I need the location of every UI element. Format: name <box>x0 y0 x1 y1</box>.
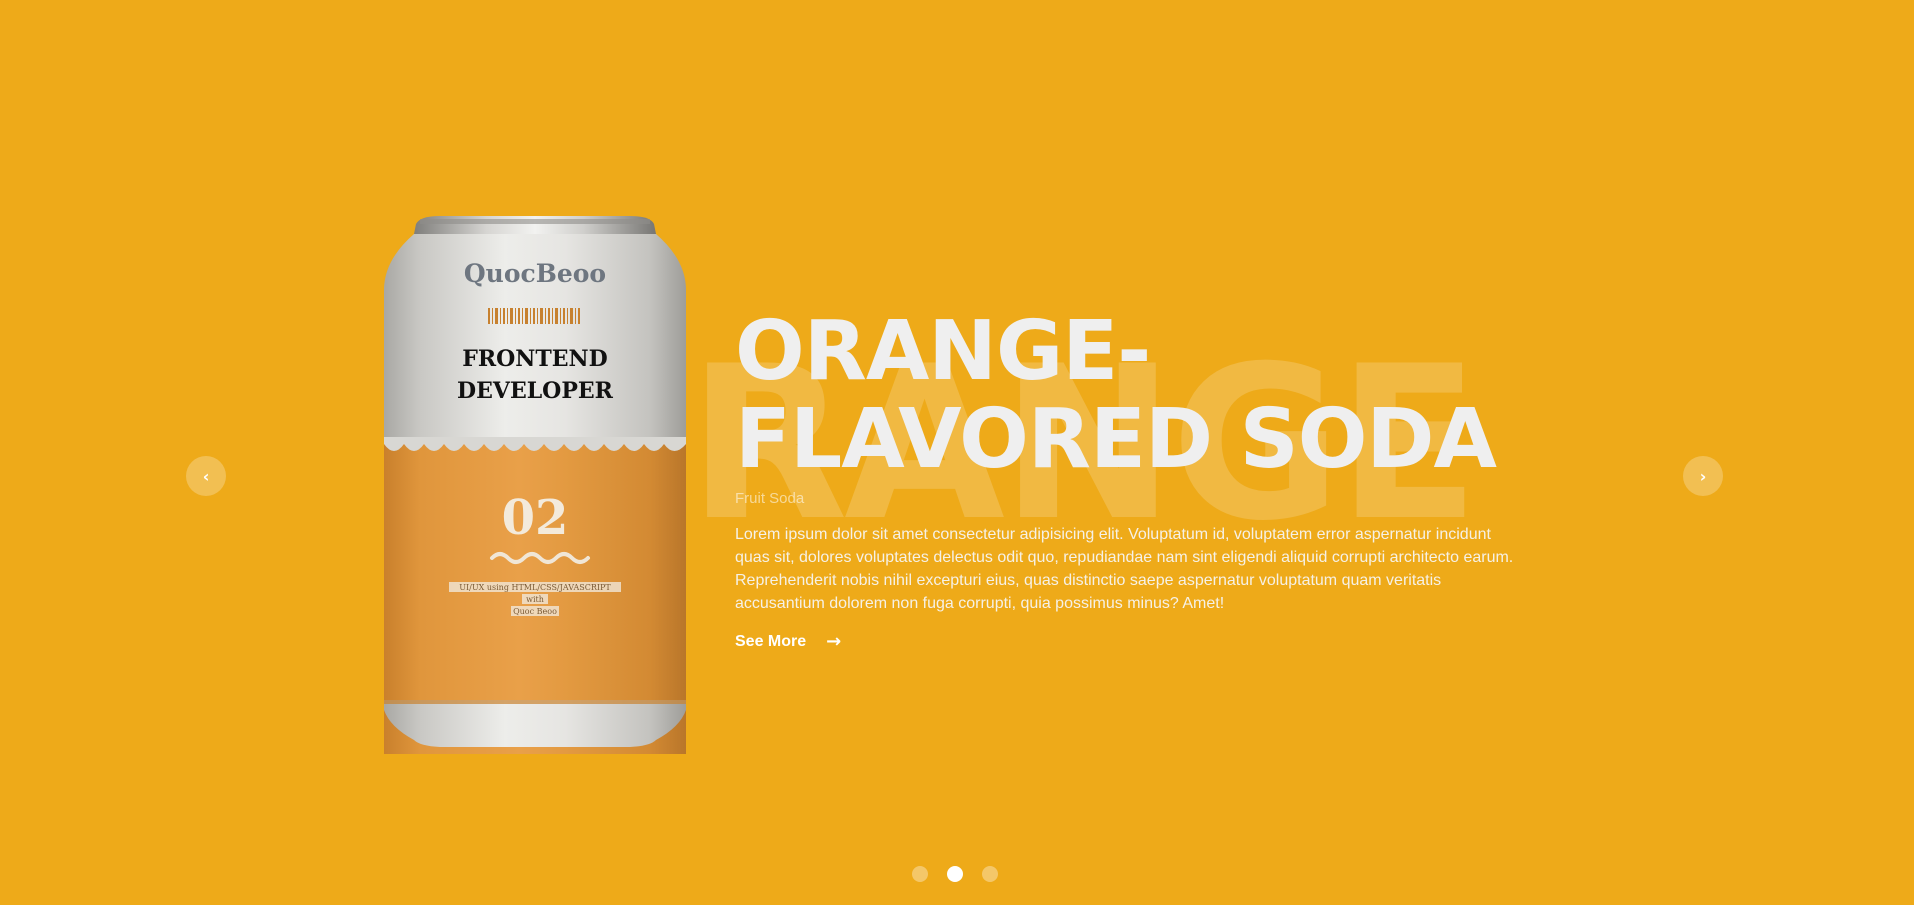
slide-title-line2: FLAVORED SODA <box>735 392 1497 487</box>
can-headline-line2: DEVELOPER <box>457 378 614 404</box>
slide-subtitle: Fruit Soda <box>735 490 805 507</box>
pagination-dot-2[interactable] <box>947 866 963 882</box>
next-slide-button[interactable]: › <box>1683 456 1723 496</box>
soda-can-image: QuocBeoo FRONTEND DEVELOPER 02 UI/UX usi… <box>380 212 690 754</box>
chevron-right-icon: › <box>1699 466 1707 486</box>
can-top-rim <box>414 216 656 234</box>
see-more-label: See More <box>735 632 807 650</box>
arrow-right-icon: → <box>826 631 842 652</box>
can-tag-line2: with <box>526 595 544 604</box>
slide-title: ORANGE- FLAVORED SODA <box>735 308 1525 484</box>
slide-content: ORANGE- FLAVORED SODA Fruit Soda Lorem i… <box>735 308 1525 653</box>
can-brand: QuocBeoo <box>464 259 606 288</box>
pagination-dot-1[interactable] <box>912 866 928 882</box>
slide-title-line1: ORANGE- <box>735 304 1151 399</box>
pagination-dot-3[interactable] <box>982 866 998 882</box>
can-number: 02 <box>502 490 569 546</box>
see-more-link[interactable]: See More → <box>735 631 841 652</box>
prev-slide-button[interactable]: ‹ <box>186 456 226 496</box>
can-base <box>384 700 686 747</box>
can-tag-line3: Quoc Beoo <box>513 607 557 616</box>
can-headline-line1: FRONTEND <box>462 346 608 372</box>
can-tag-line1: UI/UX using HTML/CSS/JAVASCRIPT <box>459 583 611 592</box>
slide-description: Lorem ipsum dolor sit amet consectetur a… <box>735 526 1514 612</box>
chevron-left-icon: ‹ <box>202 466 210 486</box>
pagination-dots <box>912 866 998 882</box>
